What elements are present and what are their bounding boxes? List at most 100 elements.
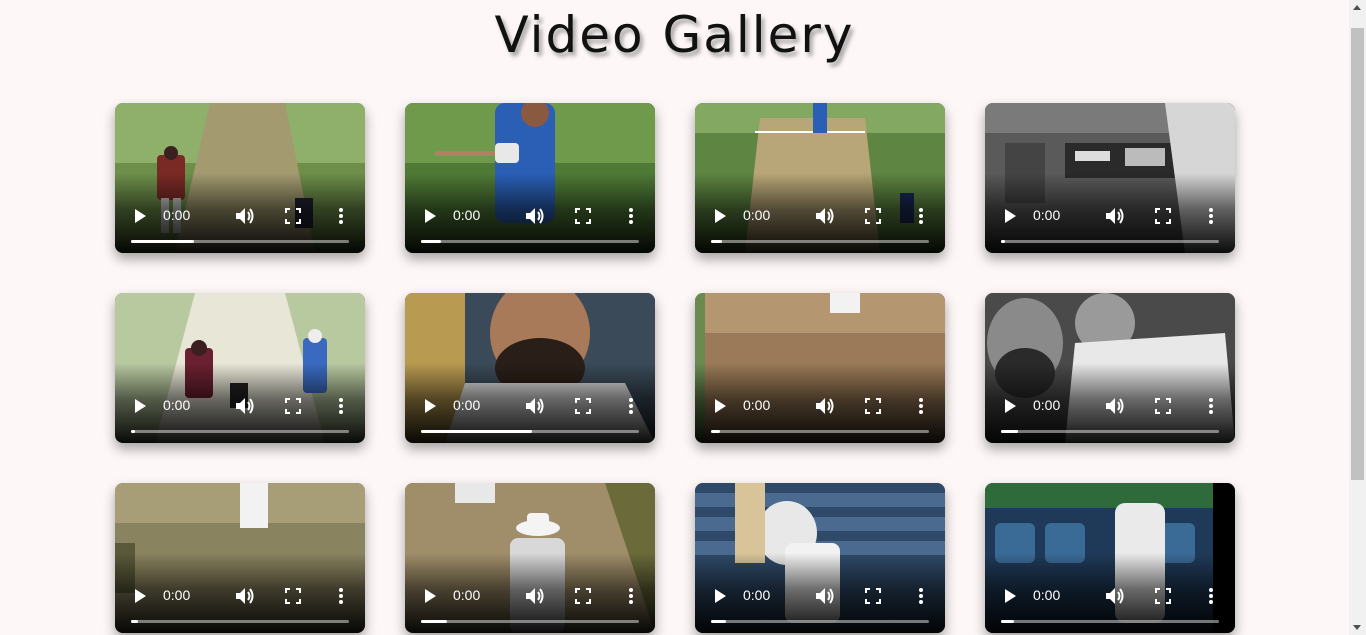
play-icon[interactable] [133,398,147,414]
video-player[interactable]: 0:00 [985,293,1235,443]
progress-bar[interactable] [711,240,929,243]
scroll-down-arrow-icon[interactable] [1353,625,1361,630]
progress-fill [1001,620,1015,623]
fullscreen-icon[interactable] [285,588,301,604]
time-display: 0:00 [1033,207,1061,223]
video-player[interactable]: 0:00 [985,483,1235,633]
volume-icon[interactable] [525,397,545,415]
page: Video Gallery 0:00 0:00 0:00 0:00 0:00 0… [0,0,1349,635]
progress-bar[interactable] [131,620,349,623]
fullscreen-icon[interactable] [575,208,591,224]
fullscreen-icon[interactable] [575,398,591,414]
video-controls: 0:00 [985,563,1235,633]
volume-icon[interactable] [235,207,255,225]
video-player[interactable]: 0:00 [115,103,365,253]
video-controls: 0:00 [115,563,365,633]
volume-icon[interactable] [1105,397,1125,415]
progress-fill [131,240,195,243]
more-vertical-icon[interactable] [337,207,345,225]
video-player[interactable]: 0:00 [695,103,945,253]
fullscreen-icon[interactable] [1155,208,1171,224]
volume-icon[interactable] [235,587,255,605]
video-player[interactable]: 0:00 [115,293,365,443]
time-display: 0:00 [743,587,771,603]
more-vertical-icon[interactable] [917,207,925,225]
progress-fill [1001,240,1006,243]
time-display: 0:00 [163,587,191,603]
progress-fill [421,430,533,433]
play-icon[interactable] [713,398,727,414]
scroll-up-arrow-icon[interactable] [1353,5,1361,10]
volume-icon[interactable] [525,587,545,605]
progress-bar[interactable] [421,620,639,623]
more-vertical-icon[interactable] [627,207,635,225]
progress-bar[interactable] [711,430,929,433]
video-controls: 0:00 [985,183,1235,253]
volume-icon[interactable] [1105,587,1125,605]
progress-bar[interactable] [421,240,639,243]
progress-bar[interactable] [1001,430,1219,433]
play-icon[interactable] [713,208,727,224]
play-icon[interactable] [133,588,147,604]
more-vertical-icon[interactable] [917,397,925,415]
progress-bar[interactable] [131,240,349,243]
video-player[interactable]: 0:00 [985,103,1235,253]
progress-fill [421,620,448,623]
play-icon[interactable] [423,398,437,414]
more-vertical-icon[interactable] [917,587,925,605]
scrollbar-thumb[interactable] [1351,28,1364,480]
fullscreen-icon[interactable] [865,588,881,604]
progress-fill [711,240,722,243]
more-vertical-icon[interactable] [627,587,635,605]
progress-bar[interactable] [131,430,349,433]
fullscreen-icon[interactable] [285,398,301,414]
progress-bar[interactable] [1001,240,1219,243]
volume-icon[interactable] [1105,207,1125,225]
more-vertical-icon[interactable] [1207,397,1215,415]
time-display: 0:00 [453,397,481,413]
video-controls: 0:00 [695,373,945,443]
more-vertical-icon[interactable] [337,587,345,605]
video-controls: 0:00 [405,373,655,443]
vertical-scrollbar[interactable] [1349,0,1366,635]
play-icon[interactable] [713,588,727,604]
time-display: 0:00 [453,207,481,223]
fullscreen-icon[interactable] [865,208,881,224]
progress-bar[interactable] [711,620,929,623]
video-player[interactable]: 0:00 [695,293,945,443]
more-vertical-icon[interactable] [1207,207,1215,225]
fullscreen-icon[interactable] [1155,588,1171,604]
fullscreen-icon[interactable] [1155,398,1171,414]
more-vertical-icon[interactable] [1207,587,1215,605]
progress-fill [711,430,720,433]
video-controls: 0:00 [405,563,655,633]
video-player[interactable]: 0:00 [405,483,655,633]
volume-icon[interactable] [815,397,835,415]
volume-icon[interactable] [525,207,545,225]
page-title: Video Gallery [494,6,855,64]
time-display: 0:00 [163,207,191,223]
video-player[interactable]: 0:00 [405,103,655,253]
fullscreen-icon[interactable] [575,588,591,604]
play-icon[interactable] [1003,588,1017,604]
progress-fill [421,240,441,243]
play-icon[interactable] [423,208,437,224]
volume-icon[interactable] [815,587,835,605]
video-player[interactable]: 0:00 [695,483,945,633]
volume-icon[interactable] [235,397,255,415]
play-icon[interactable] [133,208,147,224]
more-vertical-icon[interactable] [337,397,345,415]
video-player[interactable]: 0:00 [115,483,365,633]
video-controls: 0:00 [115,183,365,253]
volume-icon[interactable] [815,207,835,225]
fullscreen-icon[interactable] [285,208,301,224]
progress-bar[interactable] [421,430,639,433]
play-icon[interactable] [1003,398,1017,414]
play-icon[interactable] [1003,208,1017,224]
time-display: 0:00 [163,397,191,413]
more-vertical-icon[interactable] [627,397,635,415]
play-icon[interactable] [423,588,437,604]
video-player[interactable]: 0:00 [405,293,655,443]
fullscreen-icon[interactable] [865,398,881,414]
progress-bar[interactable] [1001,620,1219,623]
